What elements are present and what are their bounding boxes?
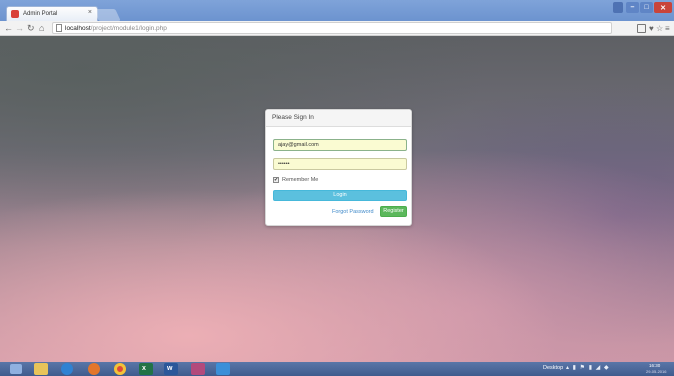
home-icon[interactable]: ⌂	[39, 22, 44, 35]
register-button[interactable]: Register	[380, 206, 407, 217]
back-icon[interactable]: ←	[4, 22, 13, 35]
taskbar: x w Desktop ▴ ▮ ⚑ ▮ ◢ ◆ 16:30 29-05-2016	[0, 362, 674, 376]
excel-icon[interactable]: x	[139, 363, 153, 375]
browser-toolbar: ← → ↻ ⌂ localhost /project/module1/login…	[0, 21, 674, 36]
page-viewport: Please Sign In ajay@gmail.com •••••• ✔ R…	[0, 36, 674, 362]
chrome-icon[interactable]	[114, 363, 126, 375]
windows-icon[interactable]	[10, 364, 22, 374]
url-path: /project/module1/login.php	[90, 24, 167, 32]
calculator-icon[interactable]	[191, 363, 205, 375]
password-field[interactable]: ••••••	[273, 158, 407, 170]
firefox-icon[interactable]	[88, 363, 100, 375]
tab-title: Admin Portal	[23, 11, 58, 17]
remember-checkbox[interactable]: ✔	[273, 177, 279, 183]
browser-tab[interactable]: Admin Portal ×	[6, 6, 98, 21]
forward-icon[interactable]: →	[15, 22, 24, 35]
forgot-password-link[interactable]: Forgot Password	[332, 209, 374, 215]
ie-icon[interactable]	[61, 363, 73, 375]
menu-icon[interactable]: ≡	[665, 23, 670, 34]
word-icon[interactable]: w	[164, 363, 178, 375]
url-host: localhost	[65, 24, 91, 32]
user-profile-icon[interactable]	[613, 2, 623, 13]
page-icon	[56, 24, 62, 32]
notepad-icon[interactable]	[216, 363, 230, 375]
explorer-icon[interactable]	[34, 363, 48, 375]
close-tab-icon[interactable]: ×	[88, 9, 92, 16]
email-field[interactable]: ajay@gmail.com	[273, 139, 407, 151]
address-bar[interactable]: localhost /project/module1/login.php	[52, 22, 612, 34]
new-tab-button[interactable]	[93, 9, 121, 21]
login-button[interactable]: Login	[273, 190, 407, 201]
panel-heading: Please Sign In	[266, 110, 411, 127]
reload-icon[interactable]: ↻	[27, 22, 35, 35]
extension-icon[interactable]	[637, 24, 646, 33]
desktop-toolbar-label[interactable]: Desktop	[543, 365, 563, 371]
login-panel: Please Sign In ajay@gmail.com •••••• ✔ R…	[265, 109, 412, 226]
remember-label: Remember Me	[282, 177, 319, 183]
remember-me[interactable]: ✔ Remember Me	[273, 177, 318, 183]
clock-date: 29-05-2016	[646, 369, 667, 374]
maximize-button[interactable]: □	[640, 2, 653, 13]
system-tray-icons[interactable]: ▴ ▮ ⚑ ▮ ◢ ◆	[566, 364, 610, 371]
minimize-button[interactable]: –	[626, 2, 639, 13]
tag-icon[interactable]: ♥	[649, 23, 654, 34]
favicon-icon	[11, 10, 19, 18]
star-icon[interactable]: ☆	[656, 23, 663, 34]
close-window-button[interactable]: ✕	[654, 2, 672, 13]
window-titlebar: Admin Portal × – □ ✕	[0, 0, 674, 21]
